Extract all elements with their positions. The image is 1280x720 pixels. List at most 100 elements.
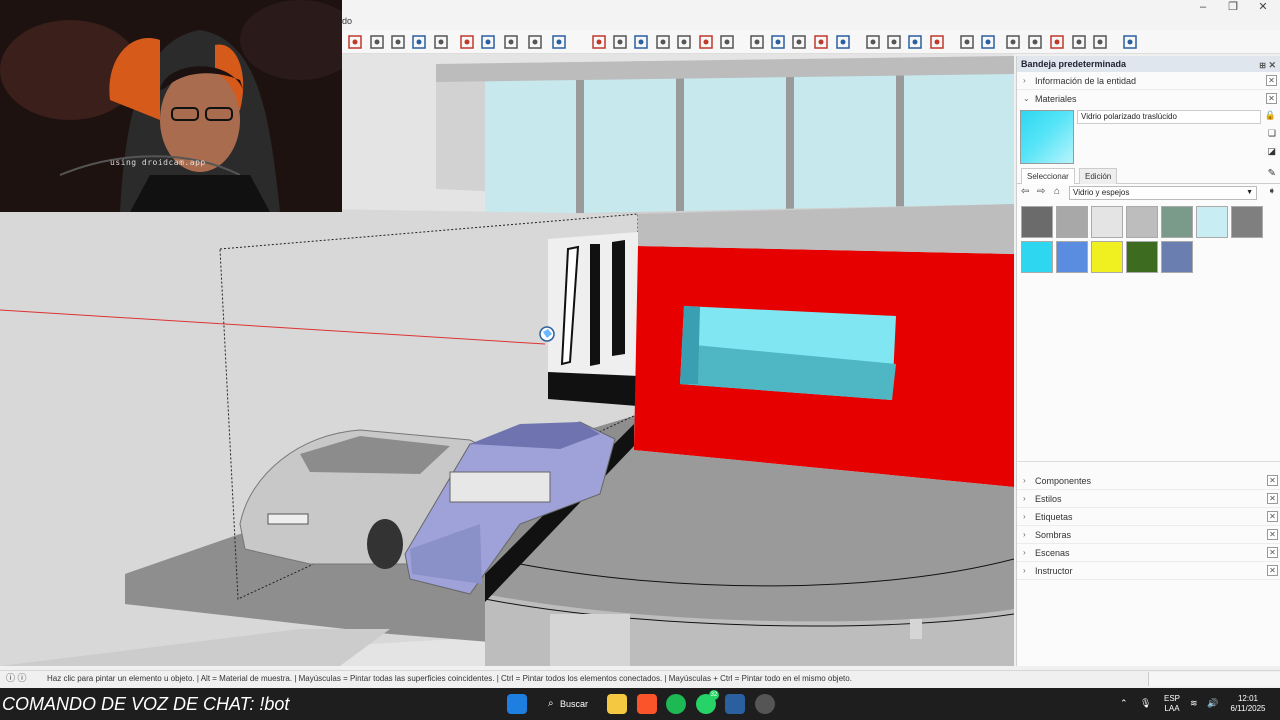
- swatch-gray-gradient[interactable]: [1056, 206, 1088, 238]
- swatch-blue[interactable]: [1056, 241, 1088, 273]
- swatch-blue-texture[interactable]: [1161, 241, 1193, 273]
- back-view-icon[interactable]: [654, 33, 672, 51]
- left-view-icon[interactable]: [675, 33, 693, 51]
- lock-icon[interactable]: 🔒: [1265, 110, 1276, 121]
- language-indicator[interactable]: ESP LAA: [1162, 694, 1182, 714]
- webcam-overlay: using droidcam.app: [0, 0, 342, 212]
- swatch-light-cyan[interactable]: [1196, 206, 1228, 238]
- section-plane-icon[interactable]: [769, 33, 787, 51]
- section-componentes[interactable]: › Componentes ✕: [1017, 472, 1280, 490]
- forward-arrow-icon[interactable]: ⇨: [1037, 186, 1045, 197]
- volume-icon[interactable]: 🔊: [1207, 698, 1218, 708]
- default-material-icon[interactable]: ◪: [1267, 146, 1276, 157]
- clock[interactable]: 12:01 6/11/2025: [1226, 694, 1270, 714]
- close-icon[interactable]: ✕: [1267, 475, 1278, 486]
- home-icon[interactable]: ⌂: [1054, 186, 1060, 197]
- info-icon[interactable]: ⓘ ⓘ: [6, 671, 27, 686]
- zoom-icon[interactable]: [410, 33, 428, 51]
- paint-bucket-icon[interactable]: [1091, 33, 1109, 51]
- monochrome-icon[interactable]: [958, 33, 976, 51]
- zoom-extents-icon[interactable]: [432, 33, 450, 51]
- close-icon[interactable]: ✕: [1248, 0, 1278, 14]
- orbit-icon[interactable]: [458, 33, 476, 51]
- front-view-icon[interactable]: [611, 33, 629, 51]
- section-instructor[interactable]: › Instructor ✕: [1017, 562, 1280, 580]
- x-ray-icon[interactable]: [812, 33, 830, 51]
- paint-bucket-cursor: [539, 326, 555, 342]
- layers-icon[interactable]: [502, 33, 520, 51]
- wireframe-icon[interactable]: [864, 33, 882, 51]
- rotate-icon[interactable]: [389, 33, 407, 51]
- eyedropper-icon[interactable]: ✎: [1268, 168, 1276, 179]
- swatch-speckle[interactable]: [1126, 206, 1158, 238]
- brave-icon[interactable]: [637, 694, 657, 714]
- swatch-white-gradient[interactable]: [1091, 206, 1123, 238]
- tab-select[interactable]: Seleccionar: [1021, 168, 1075, 184]
- textured-icon[interactable]: [928, 33, 946, 51]
- warehouse-icon[interactable]: [1004, 33, 1022, 51]
- chrome-icon[interactable]: [755, 694, 775, 714]
- close-icon[interactable]: ✕: [1267, 493, 1278, 504]
- swatch-dark-gray[interactable]: [1231, 206, 1263, 238]
- lang-bottom: LAA: [1164, 704, 1180, 713]
- swatch-cyan[interactable]: [1021, 241, 1053, 273]
- mic-icon[interactable]: 🎙: [1140, 698, 1151, 708]
- file-explorer-icon[interactable]: [607, 694, 627, 714]
- dynamic-component-icon[interactable]: [1048, 33, 1066, 51]
- swatch-dark-green[interactable]: [1126, 241, 1158, 273]
- close-icon[interactable]: ✕: [1267, 511, 1278, 522]
- solid-tools-icon[interactable]: [1070, 33, 1088, 51]
- screen: do – ❐ ✕ using droidcam.app Bandeja pred…: [0, 0, 1280, 720]
- section-escenas[interactable]: › Escenas ✕: [1017, 544, 1280, 562]
- right-view-icon[interactable]: [632, 33, 650, 51]
- chevron-up-icon[interactable]: ⌃: [1120, 698, 1128, 708]
- tray-header: Bandeja predeterminada ⊞ ✕: [1017, 56, 1280, 72]
- section-materials[interactable]: ⌄ Materiales ✕: [1017, 90, 1280, 108]
- shaded-icon[interactable]: [906, 33, 924, 51]
- close-icon[interactable]: ✕: [1266, 75, 1277, 86]
- maximize-icon[interactable]: ❐: [1218, 0, 1248, 14]
- section-etiquetas[interactable]: › Etiquetas ✕: [1017, 508, 1280, 526]
- sandbox-icon[interactable]: [979, 33, 997, 51]
- create-material-icon[interactable]: ❏: [1268, 128, 1276, 139]
- hidden-line-icon[interactable]: [885, 33, 903, 51]
- backedges-icon[interactable]: [834, 33, 852, 51]
- swatch-grid-stone[interactable]: [1021, 206, 1053, 238]
- tag-icon[interactable]: [748, 33, 766, 51]
- details-arrow-icon[interactable]: ➧: [1268, 186, 1276, 197]
- extension-warehouse-icon[interactable]: [1121, 33, 1139, 51]
- current-material-swatch[interactable]: [1020, 110, 1074, 164]
- close-icon[interactable]: ✕: [1267, 529, 1278, 540]
- top-view-icon[interactable]: [590, 33, 608, 51]
- notification-badge: 32: [709, 690, 719, 700]
- close-icon[interactable]: ✕: [1266, 93, 1277, 104]
- section-cut-icon[interactable]: [790, 33, 808, 51]
- move-icon[interactable]: [368, 33, 386, 51]
- swatch-yellow[interactable]: [1091, 241, 1123, 273]
- tab-edit[interactable]: Edición: [1079, 168, 1118, 184]
- close-icon[interactable]: ✕: [1267, 565, 1278, 576]
- camera-icon[interactable]: [526, 33, 544, 51]
- component-icon[interactable]: [697, 33, 715, 51]
- wifi-icon[interactable]: ≋: [1190, 698, 1198, 708]
- material-name-field[interactable]: Vidrio polarizado traslúcido: [1077, 110, 1261, 124]
- iso-view-icon[interactable]: [550, 33, 568, 51]
- close-icon[interactable]: ✕: [1267, 547, 1278, 558]
- section-sombras[interactable]: › Sombras ✕: [1017, 526, 1280, 544]
- styles-icon[interactable]: [479, 33, 497, 51]
- windows-start-icon[interactable]: [507, 694, 527, 714]
- taskbar-search[interactable]: ⌕ Buscar: [542, 694, 598, 714]
- back-arrow-icon[interactable]: ⇦: [1021, 186, 1029, 197]
- section-entity-info[interactable]: › Información de la entidad ✕: [1017, 72, 1280, 90]
- tray-close-icon[interactable]: ✕: [1268, 57, 1276, 73]
- section-estilos[interactable]: › Estilos ✕: [1017, 490, 1280, 508]
- sketchup-icon[interactable]: [725, 694, 745, 714]
- minimize-icon[interactable]: –: [1188, 0, 1218, 14]
- library-select[interactable]: Vidrio y espejos ▼: [1069, 186, 1257, 200]
- extension-icon[interactable]: [1026, 33, 1044, 51]
- spotify-icon[interactable]: [666, 694, 686, 714]
- select-icon[interactable]: [346, 33, 364, 51]
- swatch-green-texture[interactable]: [1161, 206, 1193, 238]
- material-icon[interactable]: [718, 33, 736, 51]
- measurements-box[interactable]: [1148, 672, 1280, 686]
